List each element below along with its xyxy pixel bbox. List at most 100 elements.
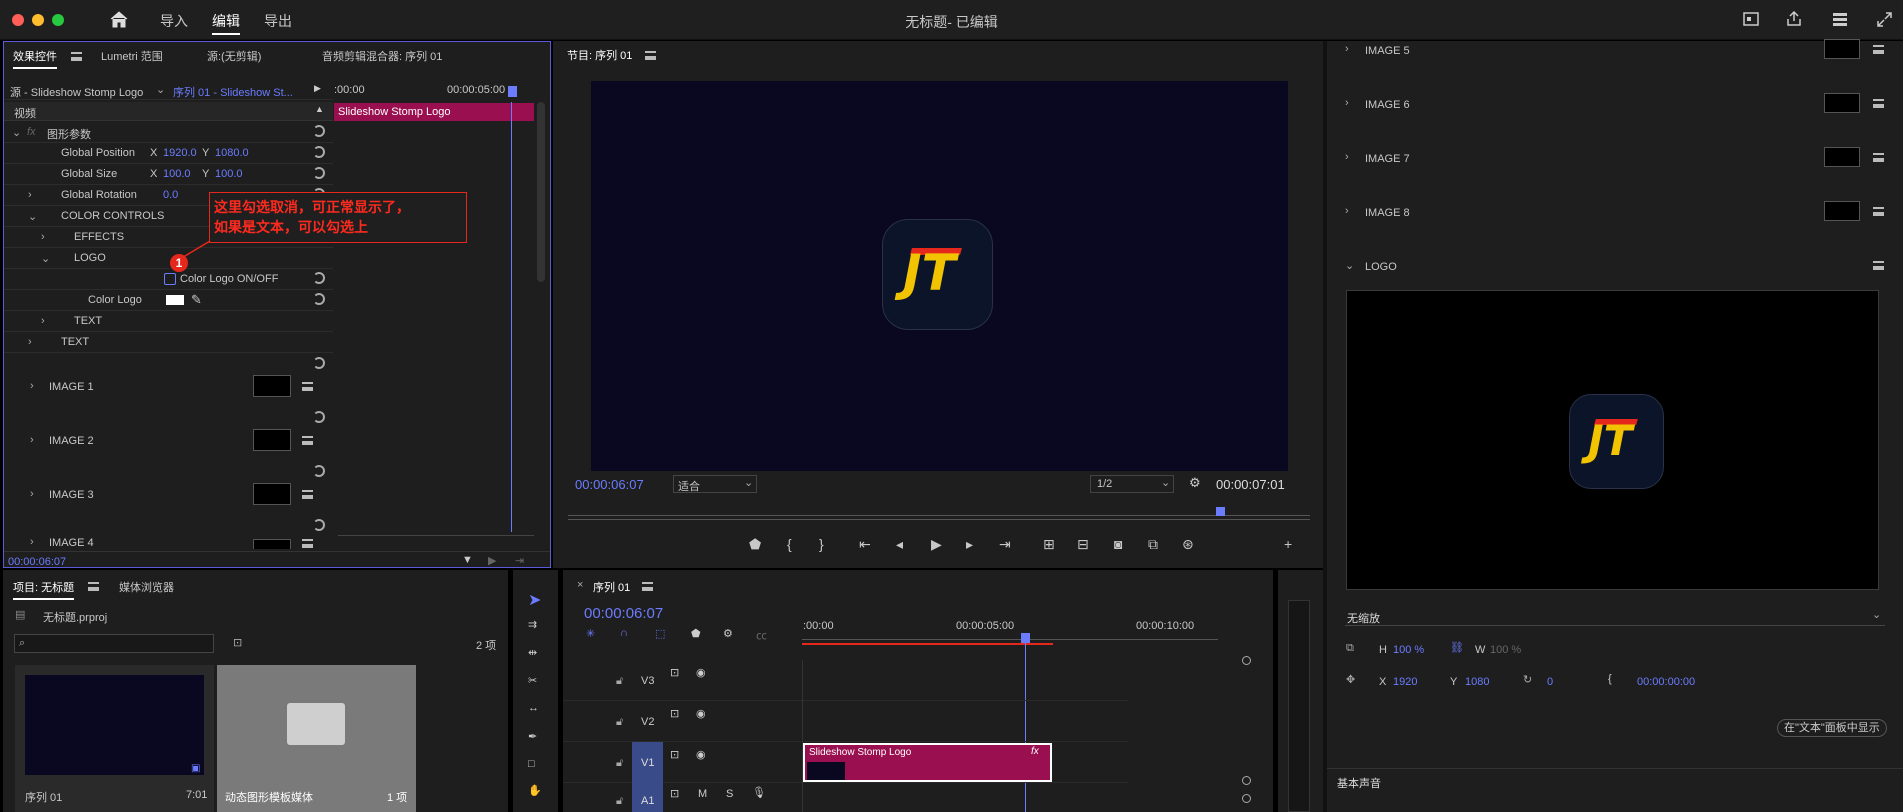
add-button-icon[interactable]: + (1284, 536, 1292, 552)
chevron-right-icon[interactable]: › (1345, 205, 1349, 217)
image4-swatch[interactable] (253, 539, 291, 549)
reset-icon[interactable] (313, 357, 325, 369)
lock-icon[interactable]: 🔓︎ (616, 675, 623, 688)
chevron-down-icon[interactable]: ⌄ (28, 210, 37, 223)
color-logo-swatch[interactable] (166, 295, 184, 305)
image1-swatch[interactable] (253, 375, 291, 397)
microphone-icon[interactable]: 🎙︎ (752, 786, 766, 799)
global-size-x[interactable]: 100.0 (163, 168, 191, 180)
timeline-vertical-scroll[interactable] (1242, 656, 1252, 812)
image3-swatch[interactable] (253, 483, 291, 505)
project-menu-icon[interactable] (88, 582, 99, 591)
chevron-right-icon[interactable]: › (28, 189, 32, 201)
reset-icon[interactable] (313, 146, 325, 158)
ec-clip-bar[interactable]: Slideshow Stomp Logo (334, 103, 534, 121)
chevron-down-icon[interactable]: ⌄ (1345, 259, 1354, 272)
chevron-down-icon[interactable]: ⌄ (12, 126, 21, 139)
export-frame-icon[interactable]: ◙ (1114, 536, 1122, 552)
ec-scrollbar[interactable] (537, 102, 545, 282)
sync-lock-icon[interactable]: ⊡ (670, 748, 679, 761)
filter-icon[interactable]: ▼ (462, 554, 473, 566)
program-playhead[interactable] (1216, 507, 1225, 516)
eg-image5-menu-icon[interactable] (1873, 45, 1884, 54)
comparison-view-icon[interactable]: ⧉ (1148, 536, 1158, 553)
lock-icon[interactable]: 🔓︎ (616, 795, 623, 808)
selection-tool-icon[interactable]: ➤ (528, 590, 541, 610)
eg-x-value[interactable]: 1920 (1393, 676, 1417, 688)
add-marker-icon[interactable]: ⬟ (691, 627, 701, 640)
program-timebar[interactable] (568, 506, 1310, 516)
image2-menu-icon[interactable] (302, 436, 313, 445)
eg-image7-menu-icon[interactable] (1873, 153, 1884, 162)
sync-lock-icon[interactable]: ⊡ (670, 787, 679, 800)
sequence-clip-label[interactable]: 序列 01 - Slideshow St... (173, 84, 293, 100)
play-triangle-icon[interactable]: ▶ (314, 83, 321, 94)
color-logo-checkbox[interactable] (164, 273, 176, 285)
global-rotation-value[interactable]: 0.0 (163, 189, 178, 201)
chevron-right-icon[interactable]: › (30, 380, 34, 392)
workspaces-icon[interactable] (1832, 12, 1848, 27)
captions-icon[interactable]: ㏄ (756, 627, 767, 643)
chevron-right-icon[interactable]: › (1345, 97, 1349, 109)
eg-image6-swatch[interactable] (1824, 93, 1860, 113)
chevron-right-icon[interactable]: › (41, 315, 45, 327)
go-to-in-icon[interactable]: ⇤ (859, 536, 871, 553)
eye-icon[interactable]: ◉ (696, 666, 706, 679)
essential-sound-header[interactable]: 基本声音 (1337, 775, 1381, 791)
timeline-ruler[interactable] (802, 632, 1218, 640)
mute-button[interactable]: M (698, 788, 707, 800)
lock-icon[interactable]: 🔓︎ (616, 757, 623, 770)
reset-icon[interactable] (313, 125, 325, 137)
settings-wrench-icon[interactable]: ⚙ (723, 627, 733, 640)
image3-menu-icon[interactable] (302, 490, 313, 499)
step-back-icon[interactable]: ◂ (896, 536, 903, 553)
effect-controls-menu-icon[interactable] (71, 52, 82, 61)
program-timecode[interactable]: 00:00:06:07 (575, 477, 644, 492)
reset-icon[interactable] (313, 411, 325, 423)
reset-icon[interactable] (313, 519, 325, 531)
chevron-right-icon[interactable]: › (30, 488, 34, 500)
chevron-down-icon[interactable]: ⌄ (41, 252, 50, 265)
wrench-icon[interactable]: ⚙ (1189, 475, 1201, 491)
close-sequence-icon[interactable]: × (577, 579, 583, 591)
eg-logo-preview[interactable]: JT (1346, 290, 1879, 590)
reset-icon[interactable] (313, 167, 325, 179)
track-select-tool-icon[interactable]: ⇉ (528, 618, 537, 631)
timeline-clip[interactable]: Slideshow Stomp Logo fx (803, 743, 1052, 782)
eg-image6-menu-icon[interactable] (1873, 99, 1884, 108)
reset-icon[interactable] (313, 272, 325, 284)
solo-button[interactable]: S (726, 788, 733, 800)
hand-tool-icon[interactable]: ✋ (528, 784, 542, 797)
eg-rotation-value[interactable]: 0 (1547, 676, 1553, 688)
timeline-sequence-tab[interactable]: 序列 01 (593, 579, 630, 595)
new-bin-search-icon[interactable]: ⊡ (233, 636, 242, 649)
global-position-y[interactable]: 1080.0 (215, 147, 249, 159)
image1-menu-icon[interactable] (302, 382, 313, 391)
eg-image8-swatch[interactable] (1824, 201, 1860, 221)
global-position-x[interactable]: 1920.0 (163, 147, 197, 159)
global-size-y[interactable]: 100.0 (215, 168, 243, 180)
reset-icon[interactable] (313, 293, 325, 305)
add-marker-icon[interactable]: ⬟ (749, 536, 761, 553)
eg-image5-swatch[interactable] (1824, 39, 1860, 59)
eg-image8-menu-icon[interactable] (1873, 207, 1884, 216)
tab-lumetri-scopes[interactable]: Lumetri 范围 (101, 48, 163, 64)
eg-scale-dropdown[interactable]: 无缩放 ⌄ (1345, 608, 1885, 626)
timeline-menu-icon[interactable] (642, 582, 653, 591)
sync-lock-icon[interactable]: ⊡ (670, 666, 679, 679)
razor-tool-icon[interactable]: ✂ (528, 674, 537, 687)
track-v1-target[interactable]: V1 (632, 742, 663, 783)
share-icon[interactable] (1786, 11, 1802, 27)
eg-h-value[interactable]: 100 % (1393, 644, 1424, 656)
chevron-right-icon[interactable]: › (1345, 151, 1349, 163)
timeline-timecode[interactable]: 00:00:06:07 (584, 605, 663, 622)
play-audio-icon[interactable]: ▶ (488, 554, 496, 567)
image4-menu-icon[interactable] (302, 539, 313, 548)
image2-swatch[interactable] (253, 429, 291, 451)
proxy-toggle-icon[interactable]: ⊛ (1182, 536, 1194, 553)
mark-in-icon[interactable]: { (787, 536, 792, 552)
pen-tool-icon[interactable]: ✒ (528, 730, 537, 743)
lift-icon[interactable]: ⊞ (1043, 536, 1055, 553)
eye-icon[interactable]: ◉ (696, 748, 706, 761)
chevron-right-icon[interactable]: › (30, 536, 34, 548)
